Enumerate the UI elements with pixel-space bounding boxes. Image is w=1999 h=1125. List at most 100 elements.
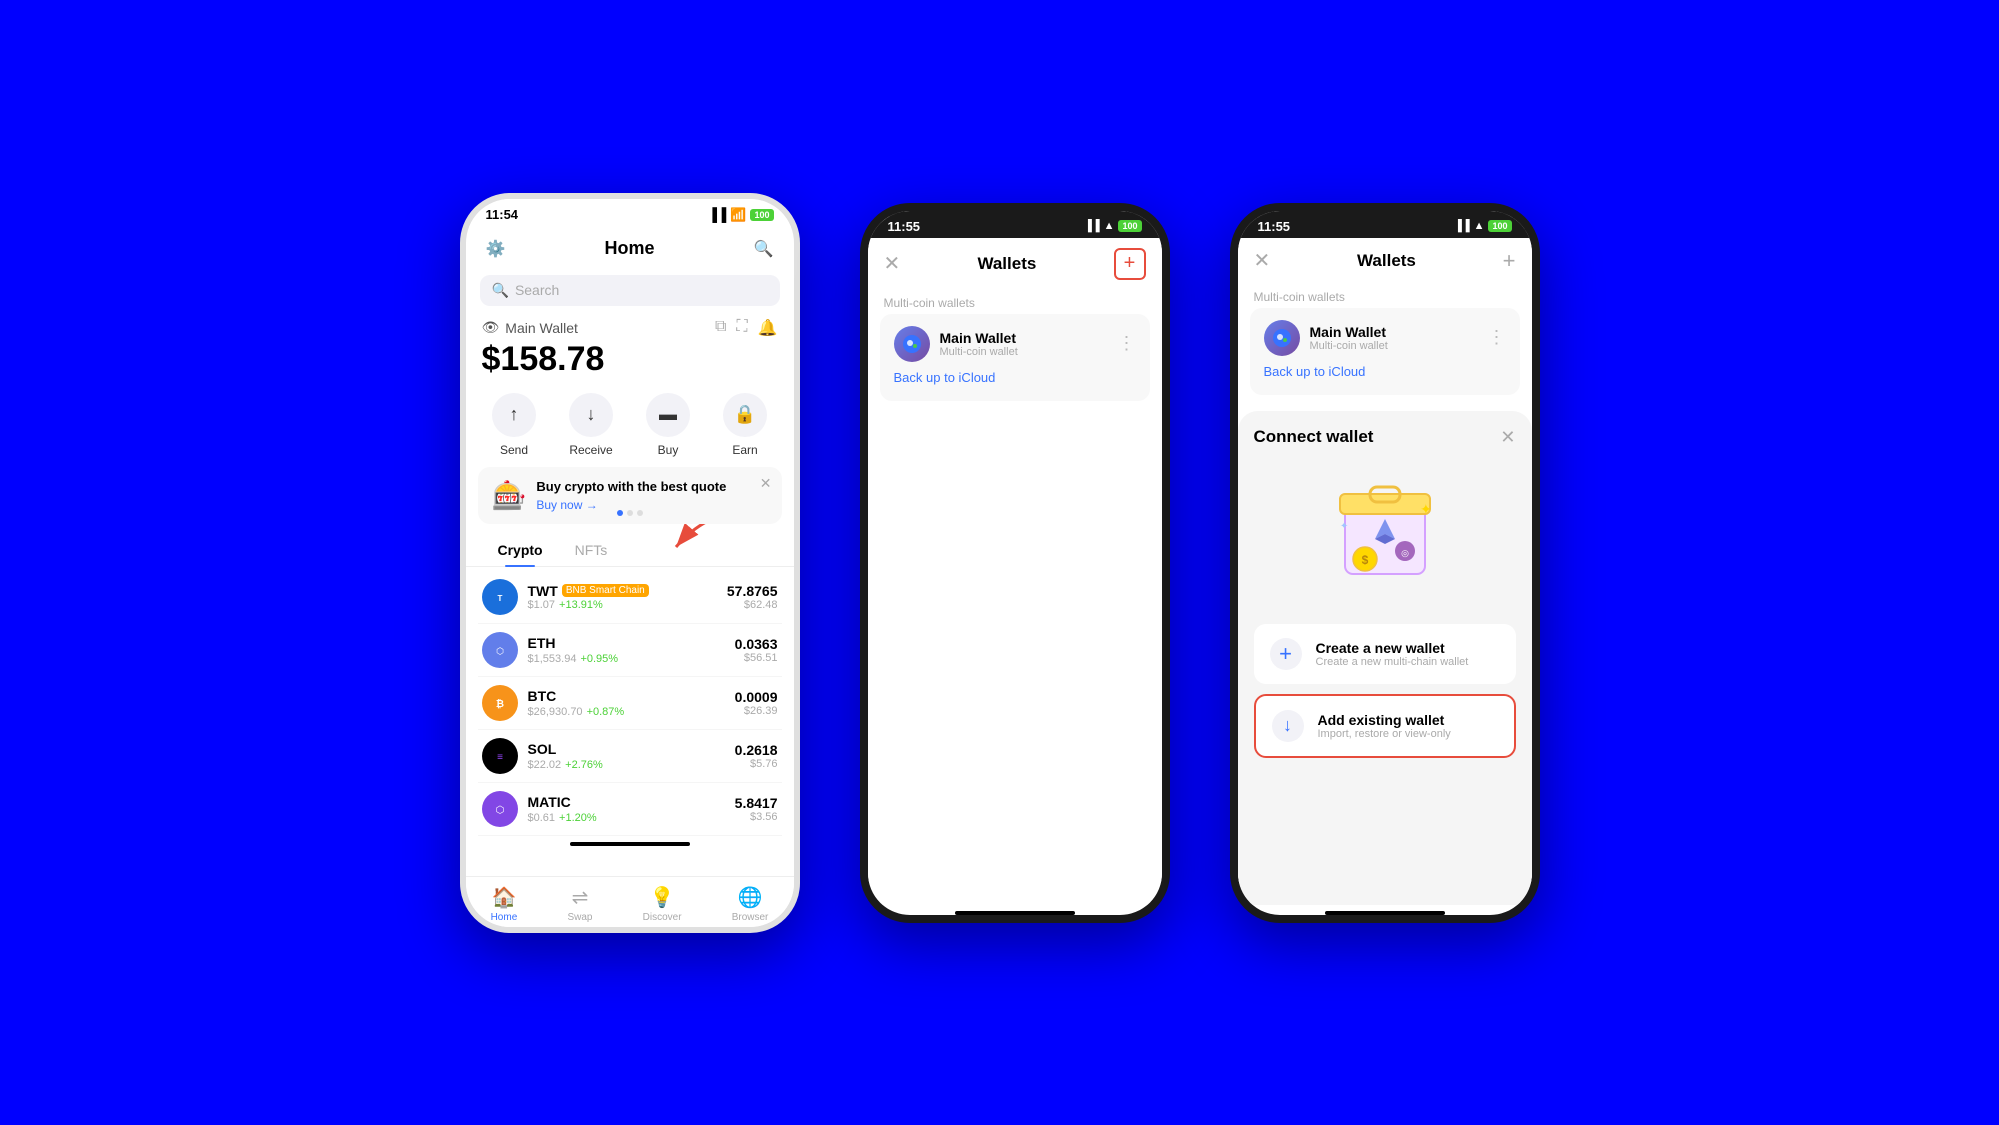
- battery-3: 100: [1488, 220, 1511, 232]
- matic-info: MATIC $0.61 +1.20%: [528, 794, 735, 824]
- earn-button[interactable]: 🔒 Earn: [723, 393, 767, 457]
- copy-icon[interactable]: ⧉: [715, 318, 726, 338]
- close-button-3[interactable]: ✕: [1254, 248, 1271, 273]
- btc-icon: ₿: [482, 685, 518, 721]
- eth-values: 0.0363 $56.51: [735, 636, 778, 664]
- list-item[interactable]: ≡ SOL $22.02 +2.76% 0.2618 $5.76: [478, 730, 782, 783]
- home-indicator: [570, 842, 690, 846]
- status-icons-2: ▐▐ ▲ 100: [1084, 220, 1142, 232]
- wallets-header-3: ✕ Wallets +: [1238, 238, 1532, 282]
- list-item[interactable]: ⬡ ETH $1,553.94 +0.95% 0.0363 $56.51: [478, 624, 782, 677]
- svg-text:₿: ₿: [495, 698, 503, 710]
- twt-info: TWT BNB Smart Chain $1.07 +13.91%: [528, 583, 727, 611]
- promo-text: Buy crypto with the best quote Buy now →: [536, 479, 767, 512]
- svg-text:✦: ✦: [1420, 501, 1432, 517]
- svg-text:⬡: ⬡: [496, 646, 504, 656]
- send-icon: ↑: [492, 393, 536, 437]
- earn-icon: 🔒: [723, 393, 767, 437]
- receive-button[interactable]: ↓ Receive: [569, 393, 613, 457]
- nav-discover[interactable]: 💡 Discover: [643, 885, 682, 923]
- wallets-title-3: Wallets: [1357, 251, 1416, 271]
- wifi-icon-2: ▲: [1104, 220, 1115, 232]
- crypto-list: T TWT BNB Smart Chain $1.07 +13.91% 57.8…: [466, 571, 794, 836]
- wallet-card-row-3: Main Wallet Multi-coin wallet ⋮: [1264, 320, 1506, 356]
- search-bar[interactable]: 🔍 Search: [480, 275, 780, 306]
- action-row: ↑ Send ↓ Receive ▬ Buy 🔒 Earn: [466, 387, 794, 467]
- signal-icon-2: ▐▐: [1084, 220, 1100, 232]
- home-icon: 🏠: [491, 885, 516, 910]
- home-indicator-3: [1325, 911, 1445, 915]
- list-item[interactable]: ₿ BTC $26,930.70 +0.87% 0.0009 $26.39: [478, 677, 782, 730]
- matic-values: 5.8417 $3.56: [735, 795, 778, 823]
- three-dots-menu-3[interactable]: ⋮: [1488, 327, 1506, 348]
- tab-crypto[interactable]: Crypto: [482, 534, 559, 566]
- connect-title-row: Connect wallet ✕: [1254, 427, 1516, 448]
- matic-icon: ⬡: [482, 791, 518, 827]
- sol-info: SOL $22.02 +2.76%: [528, 741, 735, 771]
- discover-icon: 💡: [650, 885, 675, 910]
- battery-2: 100: [1118, 220, 1141, 232]
- connect-options: + Create a new wallet Create a new multi…: [1254, 624, 1516, 758]
- create-wallet-text: Create a new wallet Create a new multi-c…: [1316, 640, 1469, 668]
- add-wallet-button[interactable]: +: [1114, 248, 1146, 280]
- svg-text:✦: ✦: [1340, 521, 1348, 532]
- svg-text:≡: ≡: [497, 752, 503, 763]
- nav-swap[interactable]: ⇌ Swap: [567, 885, 592, 923]
- create-wallet-option[interactable]: + Create a new wallet Create a new multi…: [1254, 624, 1516, 684]
- tab-nfts[interactable]: NFTs: [559, 534, 624, 566]
- status-bar-3: 11:55 ▐▐ ▲ 100: [1238, 211, 1532, 238]
- phone-2: 11:55 ▐▐ ▲ 100 ✕ Wallets + Multi-coin wa…: [860, 203, 1170, 923]
- wallet-card-info-3: Main Wallet Multi-coin wallet: [1310, 324, 1388, 352]
- three-dots-menu[interactable]: ⋮: [1118, 333, 1136, 354]
- backup-link-2[interactable]: Back up to iCloud: [894, 362, 1136, 389]
- promo-link[interactable]: Buy now →: [536, 498, 767, 512]
- backup-link-3[interactable]: Back up to iCloud: [1264, 356, 1506, 383]
- time-3: 11:55: [1258, 219, 1291, 234]
- wallets-header-2: ✕ Wallets +: [868, 238, 1162, 288]
- wallet-icon-3: [1264, 320, 1300, 356]
- wallets-title-2: Wallets: [977, 254, 1036, 274]
- wallet-actions: ⧉ ⛶ 🔔: [715, 318, 778, 338]
- send-button[interactable]: ↑ Send: [492, 393, 536, 457]
- qr-icon[interactable]: 🔍: [749, 235, 777, 263]
- wallet-card-left-3: Main Wallet Multi-coin wallet: [1264, 320, 1388, 356]
- list-item[interactable]: ⬡ MATIC $0.61 +1.20% 5.8417 $3.56: [478, 783, 782, 836]
- tabs-row: Crypto NFTs: [466, 534, 794, 567]
- wallet-row: 👁 Main Wallet ⧉ ⛶ 🔔: [466, 314, 794, 340]
- nav-browser[interactable]: 🌐 Browser: [732, 885, 769, 923]
- close-button-2[interactable]: ✕: [884, 251, 901, 276]
- status-icons-1: ▐▐ 📶 100: [708, 207, 774, 223]
- swap-icon: ⇌: [572, 885, 589, 910]
- twt-icon: T: [482, 579, 518, 615]
- buy-button[interactable]: ▬ Buy: [646, 393, 690, 457]
- promo-image: 🎰: [492, 479, 527, 512]
- connect-wallet-sheet: Connect wallet ✕ $: [1238, 411, 1532, 905]
- add-existing-wallet-option[interactable]: ↓ Add existing wallet Import, restore or…: [1254, 694, 1516, 758]
- bell-icon[interactable]: 🔔: [758, 318, 778, 338]
- btc-info: BTC $26,930.70 +0.87%: [528, 688, 735, 718]
- sol-values: 0.2618 $5.76: [735, 742, 778, 770]
- phone-1: 11:54 ▐▐ 📶 100 ⚙️ Home 🔍 🔍 Search 👁 Main…: [460, 193, 800, 933]
- svg-text:◎: ◎: [1401, 548, 1409, 558]
- battery-1: 100: [750, 209, 773, 221]
- eth-info: ETH $1,553.94 +0.95%: [528, 635, 735, 665]
- promo-close-icon[interactable]: ✕: [760, 475, 772, 492]
- page-title-1: Home: [604, 238, 654, 259]
- plus-button-3[interactable]: +: [1503, 248, 1516, 274]
- time-1: 11:54: [486, 207, 519, 222]
- browser-icon: 🌐: [738, 885, 763, 910]
- expand-icon[interactable]: ⛶: [736, 318, 747, 338]
- twt-values: 57.8765 $62.48: [727, 583, 778, 611]
- search-icon: 🔍: [492, 282, 509, 299]
- wifi-icon-3: ▲: [1474, 220, 1485, 232]
- home-header: ⚙️ Home 🔍: [466, 227, 794, 271]
- promo-banner: 🎰 Buy crypto with the best quote Buy now…: [478, 467, 782, 524]
- list-item[interactable]: T TWT BNB Smart Chain $1.07 +13.91% 57.8…: [478, 571, 782, 624]
- nav-home[interactable]: 🏠 Home: [491, 885, 518, 923]
- connect-close-icon[interactable]: ✕: [1500, 427, 1515, 448]
- bottom-nav-1: 🏠 Home ⇌ Swap 💡 Discover 🌐 Browser: [466, 876, 794, 927]
- status-icons-3: ▐▐ ▲ 100: [1454, 220, 1512, 232]
- settings-icon[interactable]: ⚙️: [482, 235, 510, 263]
- buy-icon: ▬: [646, 393, 690, 437]
- svg-text:$: $: [1361, 553, 1368, 567]
